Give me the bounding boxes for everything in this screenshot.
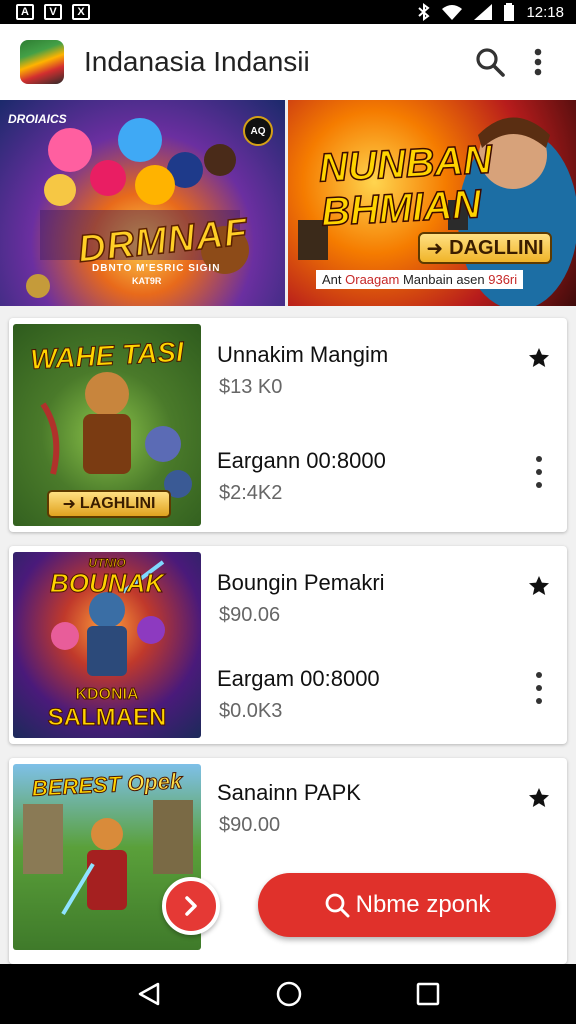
home-icon[interactable] (275, 980, 303, 1008)
app-title: Indanasia Indansii (84, 46, 310, 77)
brand-tag: DROIAICS (8, 112, 67, 126)
banner-right-cta-button[interactable]: ➜ DAGLLINI (418, 232, 552, 264)
navigation-bar (0, 964, 576, 1024)
search-icon (325, 893, 350, 918)
banner-carousel: DROIAICS AQ DRMNAF DBNTO M'ESRIC SIGIN K… (0, 100, 576, 306)
wifi-icon (442, 5, 463, 20)
star-icon[interactable] (527, 574, 551, 598)
caption-number: 936ri (488, 272, 518, 287)
banner-right-cta-label: DAGLLINI (449, 236, 544, 259)
game-thumbnail-bottom1: KDONIA (75, 686, 139, 704)
status-bar: A V X 12:18 (0, 0, 576, 24)
banner-left-subtitle: DBNTO M'ESRIC SIGIN (92, 263, 221, 274)
app-bar: Indanasia Indansii (0, 24, 576, 100)
star-icon[interactable] (527, 346, 551, 370)
caption-highlight: Oraagam (345, 272, 400, 287)
arrow-right-icon: ➜ (62, 496, 76, 513)
battery-icon (504, 3, 515, 21)
game-subprice: $2:4K2 (219, 482, 283, 504)
notification-icons: A V X (16, 4, 90, 20)
app-logo[interactable] (20, 40, 64, 84)
game-price: $90.06 (219, 604, 281, 626)
game-price: $90.00 (219, 814, 281, 836)
back-icon[interactable] (136, 981, 162, 1007)
recents-icon[interactable] (416, 982, 440, 1006)
game-thumbnail-bottom2: SALMAEN (47, 704, 167, 732)
banner-right[interactable]: NUNBAN BHMIAN ➜ DAGLLINI Ant Oraagam Man… (288, 100, 576, 306)
search-fab-button[interactable]: Nbme zponk (258, 873, 556, 937)
game-price: $13 K0 (219, 376, 283, 398)
game-card[interactable]: WAHE TASI ➜ LAGHLINI Unnakim Mangim $13 … (9, 318, 567, 532)
chevron-right-icon (185, 896, 197, 916)
banner-right-caption: Ant Oraagam Manbain asen 936ri (316, 270, 524, 289)
game-thumbnail-title-part1: BEREST (31, 771, 122, 802)
game-thumbnail[interactable]: WAHE TASI ➜ LAGHLINI (13, 324, 201, 526)
game-thumbnail-cta[interactable]: ➜ LAGHLINI (47, 490, 171, 518)
arrow-right-icon: ➜ (426, 237, 444, 260)
game-title: Unnakim Mangim (217, 342, 389, 367)
search-button[interactable] (468, 40, 512, 84)
game-subprice: $0.0K3 (219, 700, 283, 722)
banner-right-title-line2: BHMIAN (319, 181, 483, 235)
game-card[interactable]: UTNIO BOUNAK KDONIA SALMAEN Boungin Pema… (9, 546, 567, 744)
notification-icon-a: A (16, 4, 34, 20)
banner-left[interactable]: DROIAICS AQ DRMNAF DBNTO M'ESRIC SIGIN K… (0, 100, 285, 306)
banner-left-subtitle2: KAT9R (132, 276, 162, 286)
system-status: 12:18 (418, 3, 564, 21)
bluetooth-icon (418, 3, 431, 21)
game-title: Sanainn PAPK (217, 780, 361, 805)
ad-badge: AQ (243, 116, 273, 146)
more-vert-icon[interactable] (527, 668, 551, 708)
search-icon (476, 48, 505, 77)
more-vert-icon[interactable] (527, 452, 551, 492)
game-subtitle: Eargam 00:8000 (217, 666, 380, 691)
star-icon[interactable] (527, 786, 551, 810)
notification-icon-x: X (72, 4, 90, 20)
game-thumbnail[interactable]: UTNIO BOUNAK KDONIA SALMAEN (13, 552, 201, 738)
game-subtitle: Eargann 00:8000 (217, 448, 386, 473)
search-fab-label: Nbme zponk (355, 891, 491, 918)
next-button[interactable] (162, 877, 220, 935)
caption-prefix: Ant (322, 272, 346, 287)
game-thumbnail-cta-label: LAGHLINI (79, 495, 156, 512)
game-thumbnail-title-part2: Opek (126, 768, 183, 797)
banner-right-title: NUNBAN BHMIAN (317, 137, 496, 235)
notification-icon-v: V (44, 4, 62, 20)
more-vert-icon (534, 48, 542, 76)
status-time: 12:18 (526, 3, 564, 21)
caption-rest: Manbain asen (399, 272, 489, 287)
signal-icon (474, 4, 493, 20)
overflow-menu-button[interactable] (516, 40, 560, 84)
game-title: Boungin Pemakri (217, 570, 385, 595)
game-thumbnail-title: BOUNAK (49, 568, 165, 599)
